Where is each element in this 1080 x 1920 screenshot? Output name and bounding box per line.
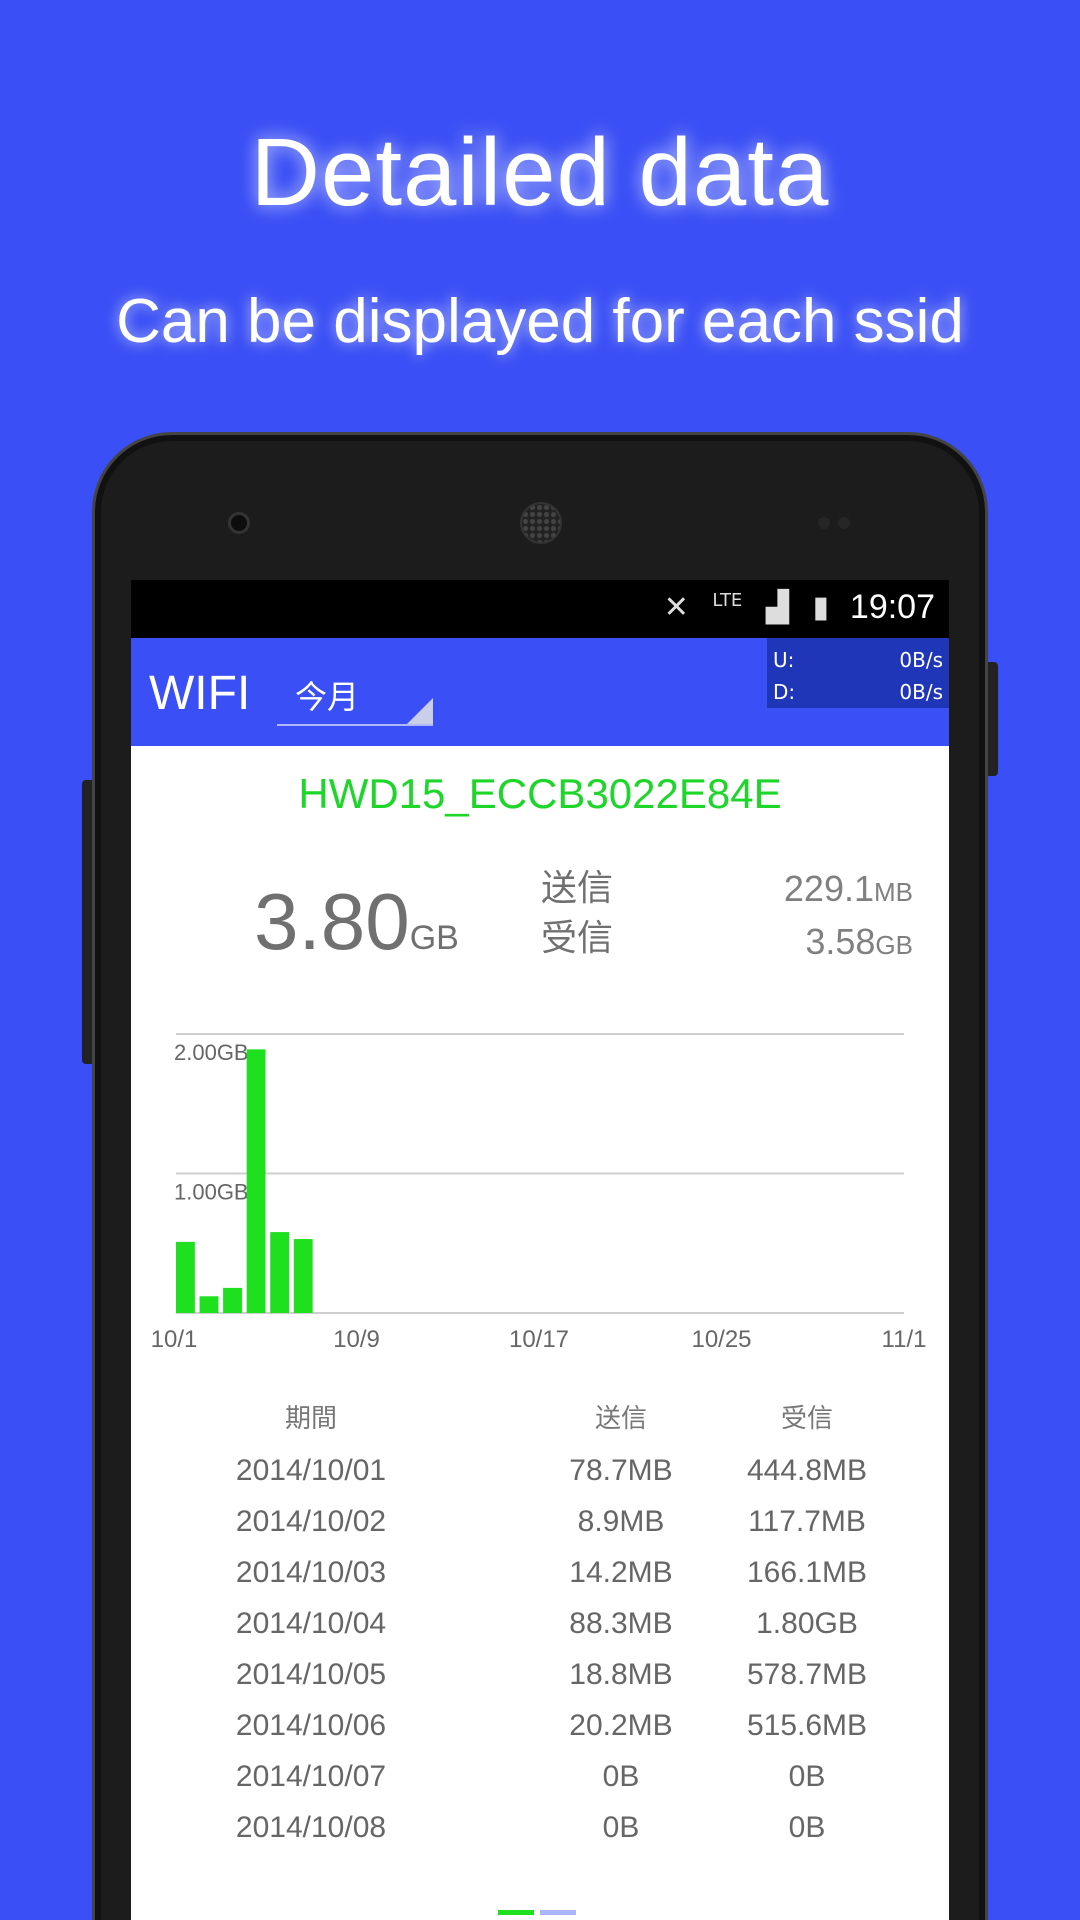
table-row: 2014/10/06 20.2MB 515.6MB <box>131 1705 949 1756</box>
received-label: 受信 <box>541 918 614 959</box>
cell-sent: 18.8MB <box>569 1658 673 1691</box>
cell-sent: 14.2MB <box>569 1556 673 1589</box>
sent-unit: MB <box>874 877 913 907</box>
status-time: 19:07 <box>849 588 935 626</box>
cell-period: 2014/10/05 <box>235 1658 387 1691</box>
cell-received: 166.1MB <box>746 1556 868 1589</box>
received-value: 3.58GB <box>784 917 913 970</box>
usage-table[interactable]: 2014/10/01 78.7MB 444.8MB 2014/10/02 8.9MB 11… <box>131 1450 949 1864</box>
cell-sent: 20.2MB <box>569 1709 673 1742</box>
chart-bar <box>246 1049 266 1313</box>
page-indicator <box>498 1900 588 1915</box>
cell-sent: 8.9MB <box>577 1505 665 1538</box>
chart-bar <box>223 1287 242 1313</box>
table-row: 2014/10/05 18.8MB 578.7MB <box>131 1654 949 1705</box>
cell-received: 515.6MB <box>746 1709 868 1742</box>
chart-x-tick-label: 10/17 <box>509 1326 569 1350</box>
download-label: D: <box>773 680 796 704</box>
front-camera-icon <box>228 512 250 534</box>
sent-value: 229.1MB <box>784 864 913 917</box>
chart-grid-label: 2.00GB <box>174 1040 249 1065</box>
table-row: 2014/10/08 0B 0B <box>131 1807 949 1858</box>
header-sent: 送信 <box>594 1404 647 1434</box>
cell-received: 0B <box>788 1811 826 1844</box>
cell-period: 2014/10/06 <box>235 1709 387 1742</box>
earpiece-speaker-icon <box>520 502 562 544</box>
status-bar: ✕ LTE ▟ ▮ 19:07 <box>131 580 949 638</box>
received-unit: GB <box>875 930 913 960</box>
chart-bar <box>270 1232 290 1313</box>
cell-sent: 78.7MB <box>569 1454 673 1487</box>
table-row: 2014/10/02 8.9MB 117.7MB <box>131 1501 949 1552</box>
sent-number: 229.1 <box>783 868 874 909</box>
cell-period: 2014/10/07 <box>235 1760 387 1793</box>
cell-period: 2014/10/02 <box>235 1505 387 1538</box>
chart-grid-label: 1.00GB <box>174 1180 249 1205</box>
status-icons: ✕ LTE ▟ ▮ <box>650 590 829 625</box>
page-dot <box>540 1910 576 1915</box>
chart-bar <box>176 1241 195 1313</box>
upload-label: U: <box>773 648 795 672</box>
total-value: 3.80 <box>254 877 410 966</box>
phone-power-button <box>988 662 998 776</box>
cell-received: 0B <box>788 1760 826 1793</box>
period-dropdown[interactable]: 今月 <box>277 664 433 726</box>
speed-meter: U: 0B/s D: 0B/s <box>767 638 949 708</box>
total-usage: 3.80GB <box>254 876 459 968</box>
chart-x-tick-label: 11/1 <box>882 1326 927 1350</box>
usage-bar-chart: 1.00GB 2.00GB 10/1 10/9 10/17 10/25 11/1 <box>151 1033 927 1350</box>
received-number: 3.58 <box>805 921 876 962</box>
table-header: 期間 送信 受信 <box>131 1398 949 1438</box>
cell-received: 1.80GB <box>756 1607 858 1640</box>
cell-period: 2014/10/01 <box>235 1454 387 1487</box>
cell-sent: 0B <box>602 1811 640 1844</box>
sent-label: 送信 <box>541 868 614 909</box>
lte-signal-icon: LTE <box>712 590 743 611</box>
mute-icon: ✕ <box>663 590 689 625</box>
cell-sent: 88.3MB <box>569 1607 673 1640</box>
cell-received: 117.7MB <box>748 1505 866 1538</box>
cell-period: 2014/10/08 <box>235 1811 387 1844</box>
cell-received: 444.8MB <box>746 1454 868 1487</box>
sent-received-values: 229.1MB 3.58GB <box>784 864 913 970</box>
chart-x-tick-label: 10/1 <box>151 1326 198 1350</box>
phone-volume-button <box>82 780 92 1064</box>
header-received: 受信 <box>780 1404 833 1434</box>
dropdown-arrow-icon <box>407 698 433 724</box>
download-speed: 0B/s <box>899 680 943 704</box>
table-row: 2014/10/07 0B 0B <box>131 1756 949 1807</box>
table-row: 2014/10/01 78.7MB 444.8MB <box>131 1450 949 1501</box>
cell-received: 578.7MB <box>746 1658 868 1691</box>
chart-bar <box>293 1239 313 1313</box>
header-period: 期間 <box>284 1404 337 1434</box>
chart-x-tick-label: 10/25 <box>691 1326 751 1350</box>
chart-bar <box>199 1296 219 1313</box>
cell-sent: 0B <box>602 1760 640 1793</box>
promo-headline: Detailed data <box>250 119 830 226</box>
app-title: WIFI <box>149 667 251 720</box>
table-row: 2014/10/03 14.2MB 166.1MB <box>131 1552 949 1603</box>
promo-subheadline: Can be displayed for each ssid <box>116 287 964 356</box>
table-row: 2014/10/04 88.3MB 1.80GB <box>131 1603 949 1654</box>
proximity-sensors <box>818 514 858 529</box>
cell-period: 2014/10/04 <box>235 1607 387 1640</box>
signal-bars-icon: ▟ <box>765 590 789 625</box>
battery-charging-icon: ▮ <box>812 590 829 625</box>
phone-screen: ✕ LTE ▟ ▮ 19:07 WIFI 今月 U: 0B/s D: 0B/s HW… <box>131 580 949 1920</box>
chart-x-tick-label: 10/9 <box>333 1326 380 1350</box>
upload-speed: 0B/s <box>899 648 943 672</box>
cell-period: 2014/10/03 <box>235 1556 387 1589</box>
page-dot-active <box>498 1910 534 1915</box>
sent-received-labels: 送信 受信 <box>541 864 613 964</box>
total-unit: GB <box>409 919 459 957</box>
ssid-name: HWD15_ECCB3022E84E <box>298 770 782 817</box>
period-label: 今月 <box>295 678 360 716</box>
